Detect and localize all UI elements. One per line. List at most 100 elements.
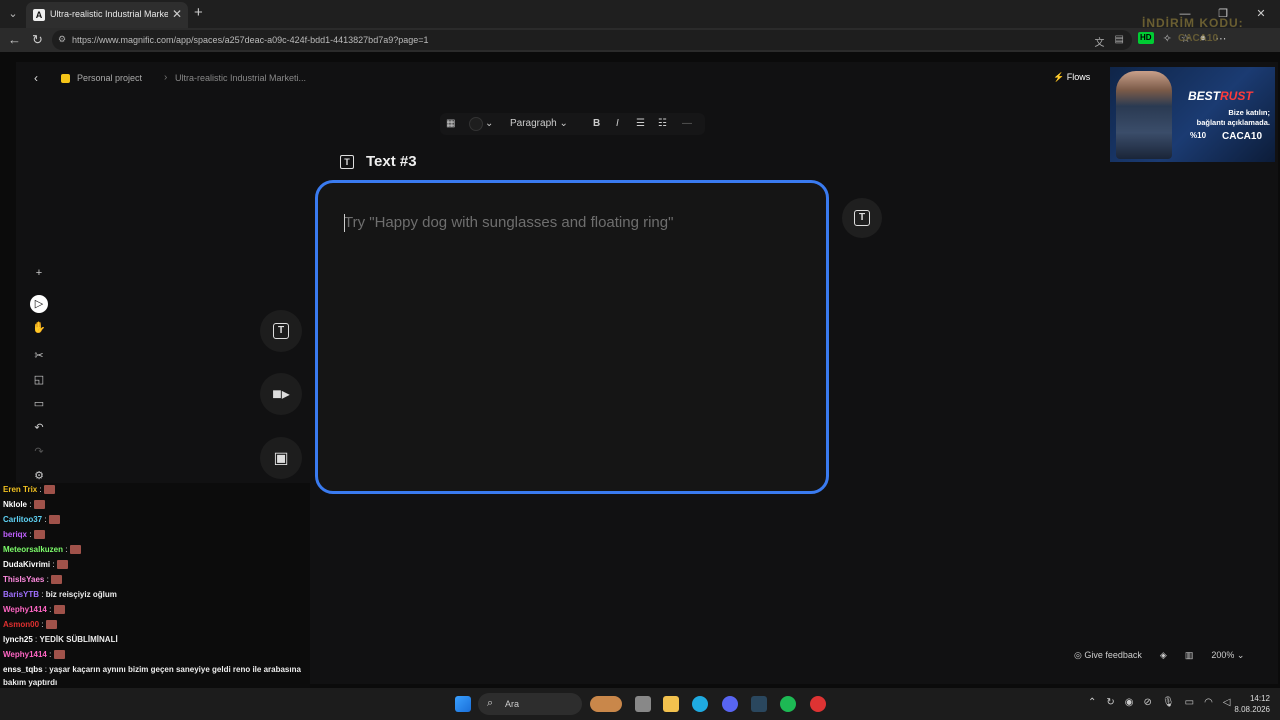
redo-icon[interactable]: ↷ xyxy=(30,443,48,461)
clock-date: 8.08.2026 xyxy=(1234,705,1270,714)
chat-username[interactable]: Eren Trix xyxy=(3,485,37,494)
chat-username[interactable]: Wephy1414 xyxy=(3,650,47,659)
text-color-picker[interactable] xyxy=(469,117,483,131)
breadcrumb-space[interactable]: Ultra-realistic Industrial Marketi... xyxy=(175,73,306,83)
undo-icon[interactable]: ↶ xyxy=(30,419,48,437)
chat-username[interactable]: lynch25 xyxy=(3,635,33,644)
steam-tray-icon[interactable]: ◉ xyxy=(1125,697,1134,708)
add-icon[interactable]: + xyxy=(30,264,48,282)
italic-button[interactable]: I xyxy=(616,118,619,129)
chat-message: ThisIsYaes : xyxy=(3,575,63,585)
video-camera-icon: ■▸ xyxy=(272,386,290,403)
chat-username[interactable]: enss_tqbs xyxy=(3,665,43,674)
text-caret xyxy=(344,214,345,232)
wifi-icon[interactable]: ◠ xyxy=(1204,697,1213,708)
chat-username[interactable]: Carlitoo37 xyxy=(3,515,42,524)
video-node-button[interactable]: ■▸ xyxy=(260,373,302,415)
reload-icon[interactable]: ↻ xyxy=(32,32,43,48)
prompt-placeholder[interactable]: Try "Happy dog with sunglasses and float… xyxy=(344,214,673,231)
text-node-editor[interactable]: Try "Happy dog with sunglasses and float… xyxy=(315,180,829,494)
paragraph-select[interactable]: Paragraph ⌄ xyxy=(510,118,568,129)
chat-emote-icon xyxy=(48,515,60,525)
close-window-icon[interactable]: ✕ xyxy=(1242,0,1280,28)
numbered-list-icon[interactable]: ☷ xyxy=(658,118,667,129)
add-text-node-button[interactable]: T xyxy=(842,198,882,238)
divider-button[interactable]: — xyxy=(682,118,692,129)
flows-button[interactable]: ⚡ Flows xyxy=(1053,72,1090,83)
extensions-puzzle-icon[interactable]: ✧ xyxy=(1163,32,1172,45)
task-view-icon[interactable] xyxy=(635,696,651,712)
taskbar-clock[interactable]: 14:12 8.08.2026 xyxy=(1230,693,1270,715)
brand-logo: BESTRUST xyxy=(1188,89,1253,103)
system-tray: ⌃ ↻ ◉ ⊘ 🎙 ▭ ◠ ◁ xyxy=(1088,697,1231,708)
network-off-icon[interactable]: ⊘ xyxy=(1144,697,1152,708)
extension-green-icon[interactable]: HD xyxy=(1138,32,1154,44)
book-icon[interactable]: ▥ xyxy=(1185,650,1194,661)
shape-icon[interactable]: ◱ xyxy=(30,371,48,389)
image-node-button[interactable]: ▣ xyxy=(260,437,302,479)
chevron-up-icon[interactable]: ⌃ xyxy=(1088,697,1096,708)
edge-browser-icon[interactable] xyxy=(692,696,708,712)
new-tab-button[interactable]: + xyxy=(194,4,203,21)
chat-separator: : xyxy=(46,650,54,659)
steam-icon[interactable] xyxy=(751,696,767,712)
discord-icon[interactable] xyxy=(722,696,738,712)
promo-code: CACA10 xyxy=(1222,131,1263,142)
chat-message: Wephy1414 : xyxy=(3,605,65,615)
chat-username[interactable]: Asmon00 xyxy=(3,620,39,629)
discount-code-overlay-code: CACA10 xyxy=(1178,33,1219,44)
chat-separator: : xyxy=(46,605,54,614)
give-feedback-button[interactable]: ◎ Give feedback xyxy=(1074,650,1142,661)
site-info-icon[interactable]: ⚙ xyxy=(58,34,66,45)
close-icon[interactable]: ✕ xyxy=(172,7,182,21)
zoom-select[interactable]: 200% ⌄ xyxy=(1211,650,1244,661)
chat-separator: : xyxy=(27,530,34,539)
chat-username[interactable]: Meteorsalkuzen xyxy=(3,545,63,554)
url-text: https://www.magnific.com/app/spaces/a257… xyxy=(72,35,429,45)
scissors-icon[interactable]: ✂ xyxy=(30,347,48,365)
node-title[interactable]: Text #3 xyxy=(366,153,417,170)
tab-search-menu[interactable]: ⌄ xyxy=(4,5,22,23)
pointer-icon[interactable]: ▷ xyxy=(30,295,48,313)
chat-username[interactable]: DudaKivrimi xyxy=(3,560,50,569)
hand-icon[interactable]: ✋ xyxy=(30,319,48,337)
chevron-down-icon[interactable]: ⌄ xyxy=(485,118,493,129)
windows-start-icon[interactable] xyxy=(455,696,471,712)
chat-username[interactable]: Nklole xyxy=(3,500,27,509)
breadcrumb-project[interactable]: Personal project xyxy=(77,73,142,83)
format-painter-icon[interactable]: ▦ xyxy=(446,118,455,129)
address-bar[interactable]: ⚙ https://www.magnific.com/app/spaces/a2… xyxy=(52,30,1132,50)
chevron-left-icon[interactable]: ‹ xyxy=(26,68,46,88)
magnific-favicon-icon: A xyxy=(33,9,45,21)
sync-icon[interactable]: ↻ xyxy=(1106,697,1114,708)
text-node-icon: T xyxy=(340,155,354,169)
layers-icon[interactable]: ◈ xyxy=(1160,650,1167,661)
chat-username[interactable]: beriqx xyxy=(3,530,27,539)
file-explorer-icon[interactable] xyxy=(663,696,679,712)
text-node-button[interactable]: T xyxy=(260,310,302,352)
microphone-icon[interactable]: 🎙 xyxy=(1162,697,1175,708)
widgets-icon[interactable] xyxy=(590,696,622,712)
spotify-icon[interactable] xyxy=(780,696,796,712)
comment-icon[interactable]: ▭ xyxy=(30,395,48,413)
active-tab[interactable]: A Ultra-realistic Industrial Marketing ✕ xyxy=(26,2,188,28)
chat-separator: : xyxy=(63,545,70,554)
chat-username[interactable]: Wephy1414 xyxy=(3,605,47,614)
chat-username[interactable]: BarisYTB xyxy=(3,590,39,599)
chat-emote-icon xyxy=(53,605,65,615)
chat-text: biz reisçiyiz oğlum xyxy=(45,590,117,599)
brand-rust: RUST xyxy=(1220,89,1253,103)
chat-message: Nklole : xyxy=(3,500,45,510)
back-arrow-icon[interactable]: ← xyxy=(8,32,21,47)
chat-username[interactable]: ThisIsYaes xyxy=(3,575,44,584)
display-icon[interactable]: ▭ xyxy=(1185,697,1194,708)
zoom-level: 200% xyxy=(1211,650,1235,660)
text-icon: T xyxy=(854,210,870,226)
bullet-list-icon[interactable]: ☰ xyxy=(636,118,645,129)
bold-button[interactable]: B xyxy=(593,118,600,129)
translate-icon[interactable]: 文 xyxy=(1095,34,1105,49)
app-icon[interactable] xyxy=(810,696,826,712)
taskbar-search[interactable]: ⌕ Ara xyxy=(478,693,582,715)
lightning-icon: ⚡ xyxy=(1053,72,1065,82)
reader-icon[interactable]: ▤ xyxy=(1115,34,1124,49)
